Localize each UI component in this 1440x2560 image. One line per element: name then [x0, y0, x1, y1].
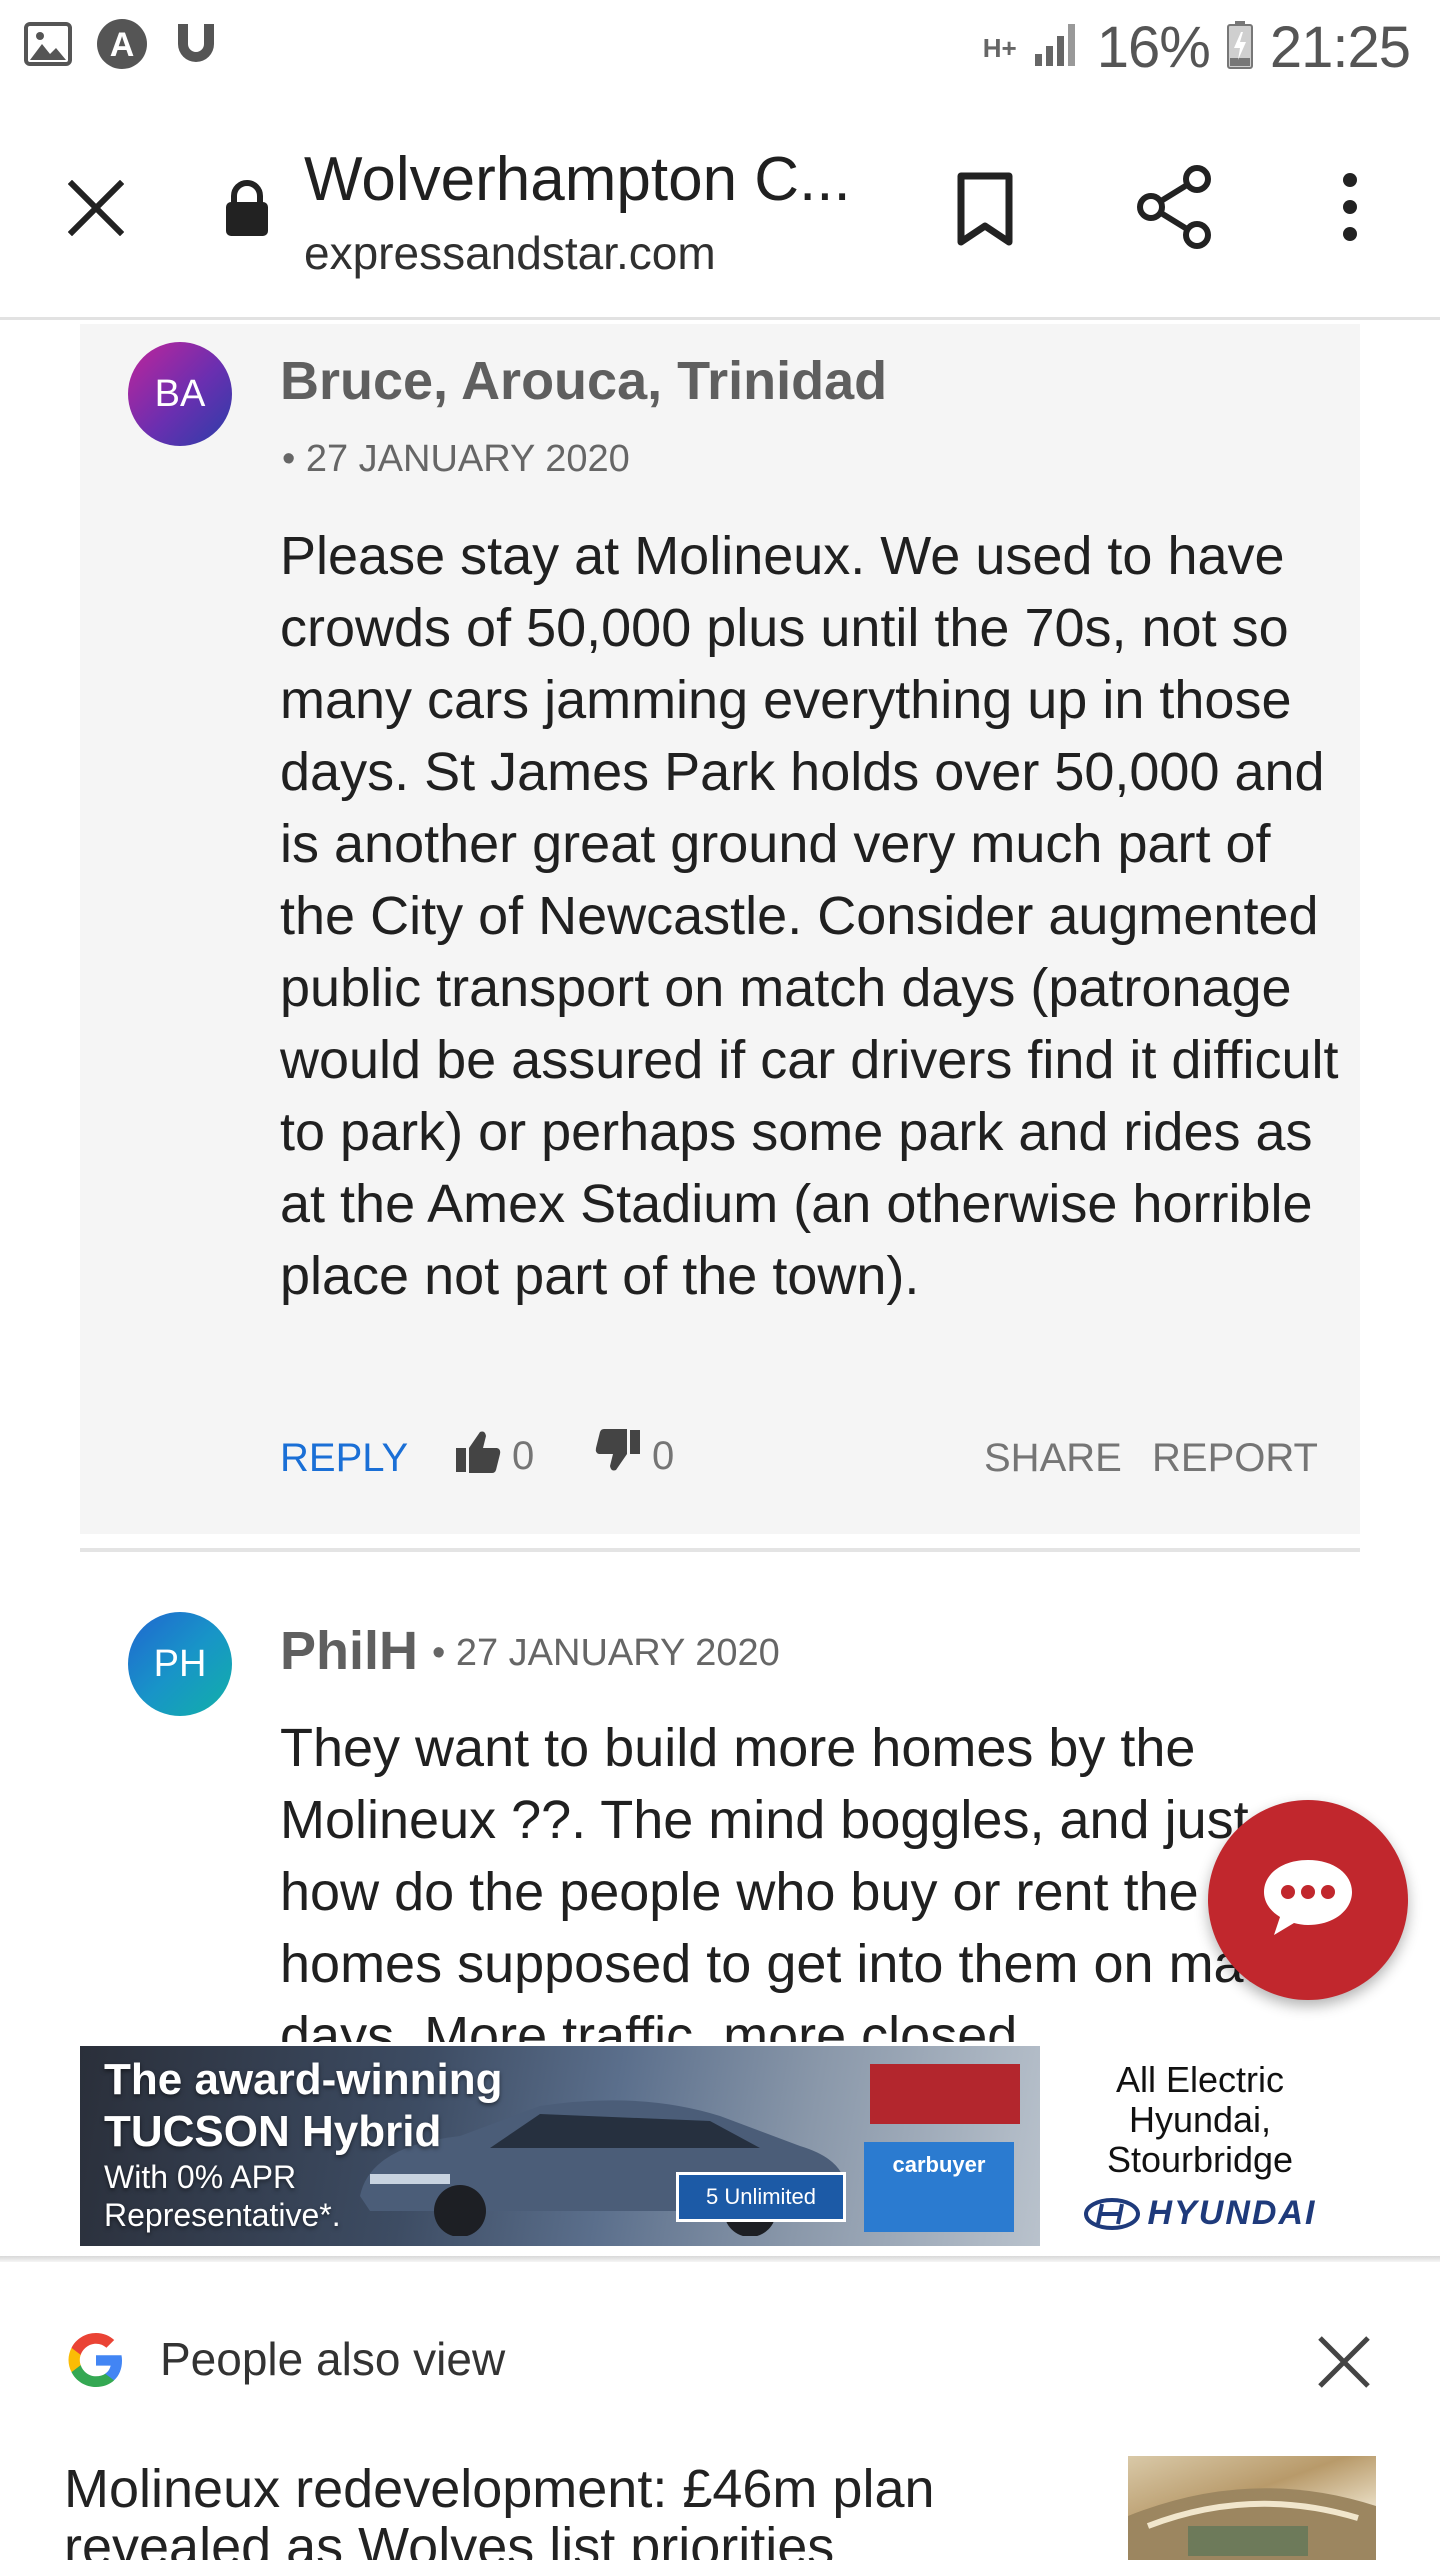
share-comment-button[interactable]: SHARE: [984, 1436, 1122, 1481]
a-circle-icon: A: [96, 18, 148, 70]
ad-brand-name: HYUNDAI: [1147, 2194, 1317, 2232]
like-button[interactable]: 0: [454, 1428, 534, 1484]
chat-button[interactable]: [1208, 1800, 1408, 2000]
advertisement-banner[interactable]: The award-winning TUCSON Hybrid With 0% …: [80, 2046, 1360, 2246]
ad-image[interactable]: The award-winning TUCSON Hybrid With 0% …: [80, 2046, 1040, 2246]
avatar[interactable]: PH: [128, 1612, 232, 1716]
page-title[interactable]: Wolverhampton C...: [304, 144, 851, 215]
ad-offer: With 0% APR Representative*.: [104, 2159, 341, 2233]
thumbs-up-icon: [454, 1428, 502, 1484]
avatar[interactable]: BA: [128, 342, 232, 446]
ad-side-panel[interactable]: All Electric Hyundai, Stourbridge HYUNDA…: [1040, 2046, 1360, 2246]
ad-side-text: All Electric Hyundai, Stourbridge: [1106, 2059, 1294, 2180]
battery-icon: [1226, 20, 1254, 75]
comment-text: Please stay at Molineux. We used to have…: [280, 526, 1339, 1306]
thumbs-down-icon: [594, 1428, 642, 1484]
gallery-icon: [22, 18, 74, 70]
report-button[interactable]: REPORT: [1152, 1436, 1318, 1481]
comment-text: They want to build more homes by the Mol…: [280, 1718, 1316, 2042]
people-also-view-title: People also view: [160, 2333, 506, 2385]
ad-badge: 5 Unlimited: [676, 2172, 846, 2222]
comment-author[interactable]: Bruce, Arouca, Trinidad: [280, 350, 887, 412]
close-icon[interactable]: [1306, 2324, 1382, 2400]
close-icon[interactable]: [56, 168, 136, 248]
related-article-title[interactable]: Molineux redevelopment: £46m plan reveal…: [64, 2460, 1064, 2560]
ad-decoration: [870, 2064, 1020, 2124]
battery-percent: 16%: [1096, 15, 1211, 80]
browser-toolbar: Wolverhampton C... expressandstar.com: [0, 100, 1440, 320]
signal-icon: [1033, 22, 1081, 73]
chat-bubble-icon: [1260, 1856, 1356, 1945]
google-g-icon: [64, 2328, 128, 2392]
bookmark-icon[interactable]: [945, 165, 1025, 255]
like-count: 0: [512, 1433, 535, 1478]
status-bar: A H+ 16% 21:25: [0, 0, 1440, 100]
comment-date: • 27 JANUARY 2020: [432, 1632, 780, 1674]
page-url[interactable]: expressandstar.com: [304, 226, 716, 280]
comment-date: • 27 JANUARY 2020: [282, 438, 630, 480]
network-type: H+: [982, 32, 1017, 63]
lock-icon[interactable]: [222, 178, 272, 238]
comment-actions: REPLY 0 0 SHARE REPORT: [280, 1428, 1318, 1488]
ad-award-badge: carbuyer: [864, 2142, 1014, 2232]
reply-button[interactable]: REPLY: [280, 1436, 408, 1481]
hyundai-logo-icon: [1083, 2197, 1140, 2230]
dislike-count: 0: [652, 1433, 675, 1478]
svg-text:A: A: [110, 26, 135, 64]
share-icon[interactable]: [1130, 162, 1220, 252]
people-also-view-panel: People also view Molineux redevelopment:…: [0, 2262, 1440, 2560]
stadium-thumbnail-image: [1128, 2488, 1376, 2560]
hyundai-logo: HYUNDAI: [1083, 2194, 1317, 2233]
magnet-icon: [170, 18, 222, 70]
comment-author[interactable]: PhilH: [280, 1620, 418, 1682]
ad-headline: The award-winning TUCSON Hybrid: [104, 2055, 503, 2156]
more-menu-icon[interactable]: [1310, 162, 1390, 252]
related-article-thumbnail[interactable]: [1128, 2456, 1376, 2560]
comment-text-container: They want to build more homes by the Mol…: [280, 1712, 1340, 2042]
comment-divider: [80, 1548, 1360, 1552]
dislike-button[interactable]: 0: [594, 1428, 674, 1484]
clock: 21:25: [1269, 15, 1411, 80]
